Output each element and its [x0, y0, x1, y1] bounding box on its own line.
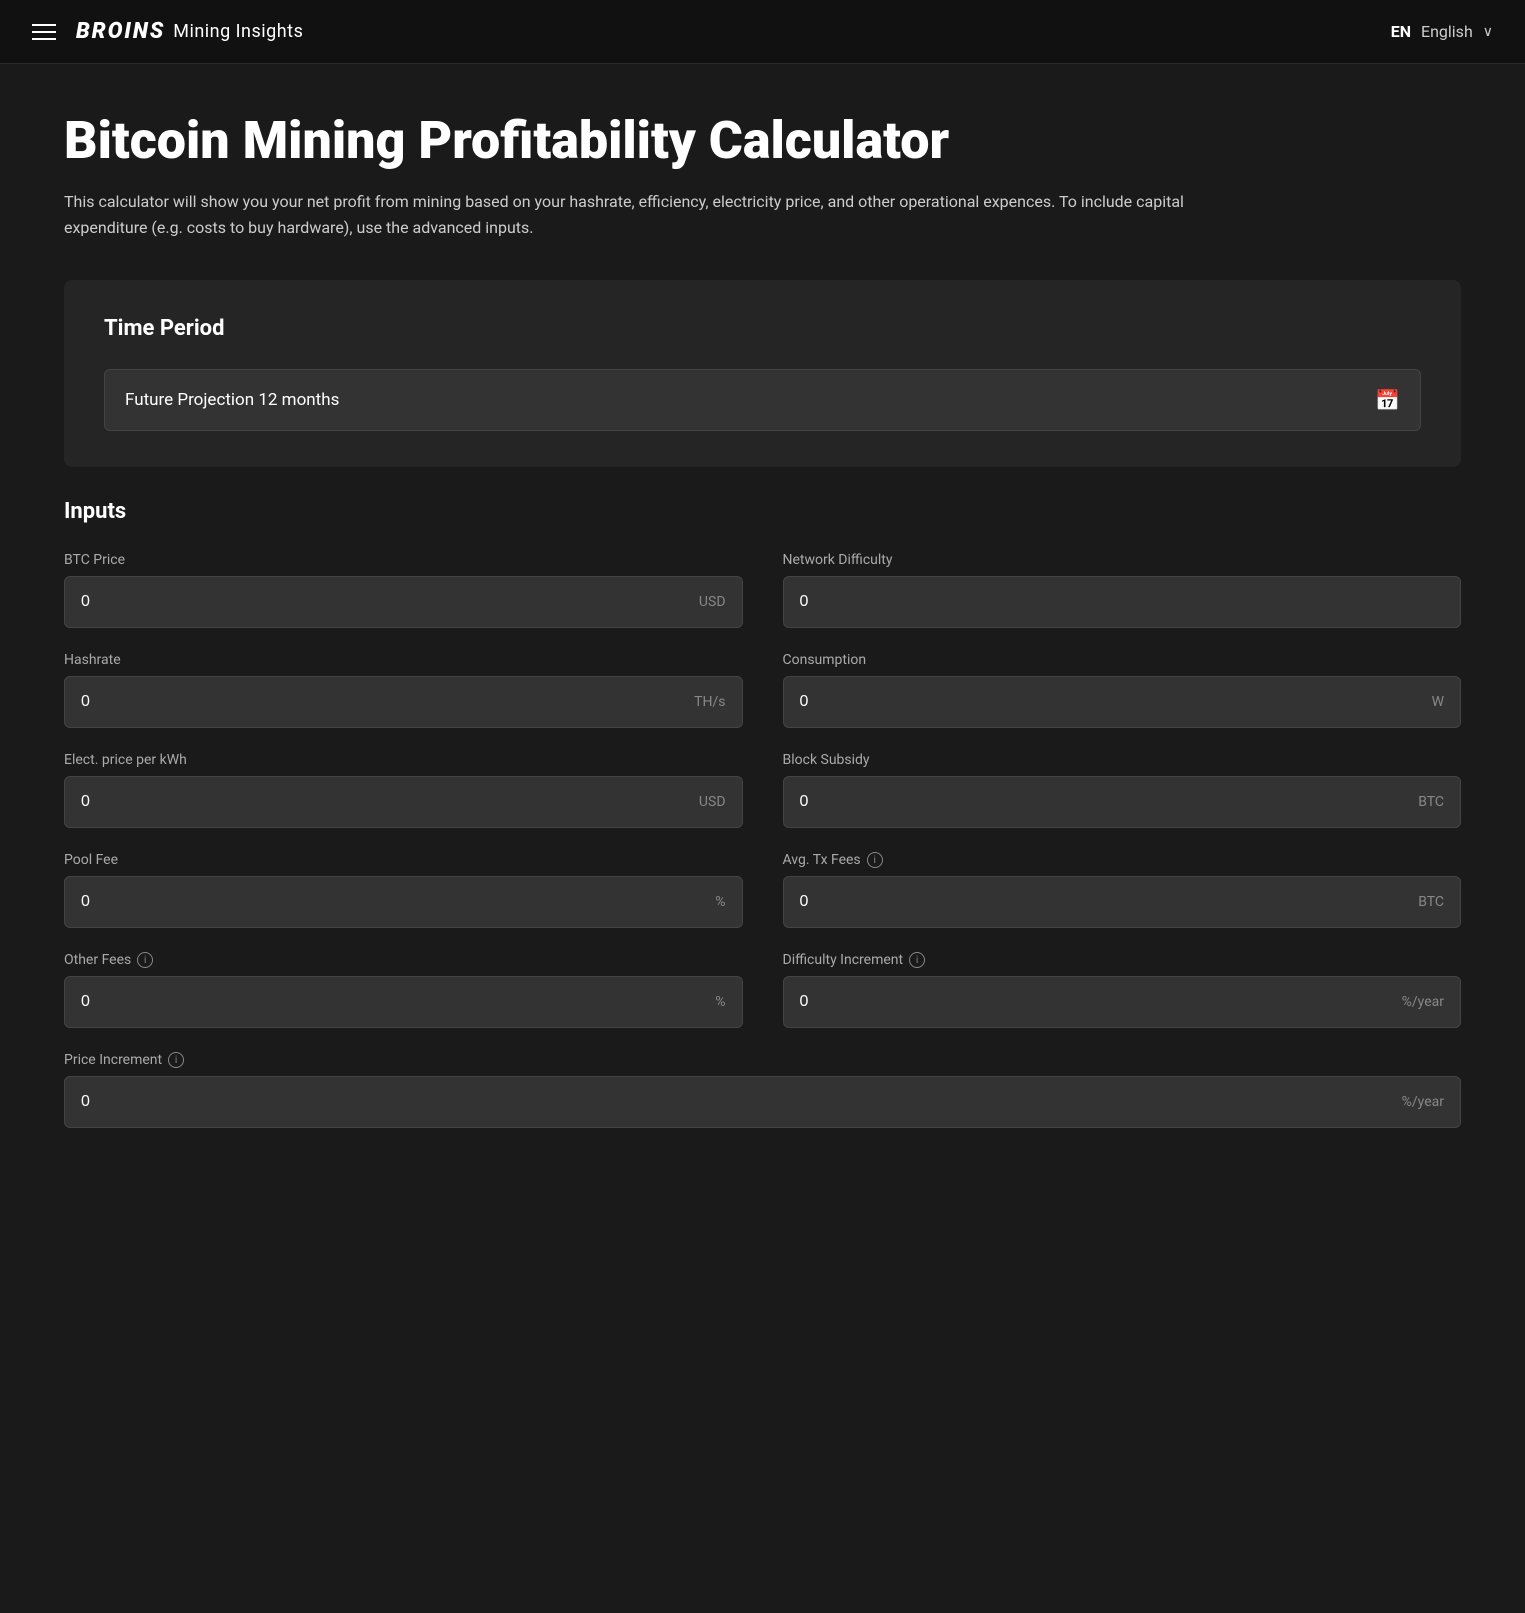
input-wrapper-difficulty-increment: %/year	[783, 976, 1462, 1028]
input-label-hashrate: Hashrate	[64, 652, 743, 668]
input-group-consumption: Consumption W	[783, 652, 1462, 728]
input-group-block-subsidy: Block Subsidy BTC	[783, 752, 1462, 828]
input-unit-block-subsidy: BTC	[1418, 794, 1444, 810]
input-label-price-increment: Price Incrementi	[64, 1052, 1461, 1068]
input-field-elect-price[interactable]	[81, 793, 691, 811]
navbar: BRΟINS Mining Insights EN English ∨	[0, 0, 1525, 64]
time-period-value: Future Projection 12 months	[125, 390, 339, 410]
input-label-consumption: Consumption	[783, 652, 1462, 668]
input-label-btc-price: BTC Price	[64, 552, 743, 568]
input-group-pool-fee: Pool Fee%	[64, 852, 743, 928]
page-description: This calculator will show you your net p…	[64, 189, 1264, 240]
input-group-hashrate: Hashrate TH/s	[64, 652, 743, 728]
input-label-avg-tx-fees: Avg. Tx Feesi	[783, 852, 1462, 868]
input-field-avg-tx-fees[interactable]	[800, 893, 1411, 911]
input-unit-other-fees: %	[715, 994, 725, 1010]
input-field-price-increment[interactable]	[81, 1093, 1394, 1111]
info-icon-other-fees[interactable]: i	[137, 952, 153, 968]
input-field-consumption[interactable]	[800, 693, 1424, 711]
inputs-section-title: Inputs	[64, 499, 1461, 524]
input-group-elect-price: Elect. price per kWh USD	[64, 752, 743, 828]
input-unit-price-increment: %/year	[1402, 1094, 1444, 1110]
info-icon-price-increment[interactable]: i	[168, 1052, 184, 1068]
input-field-block-subsidy[interactable]	[800, 793, 1411, 811]
input-field-difficulty-increment[interactable]	[800, 993, 1394, 1011]
input-group-price-increment: Price Incrementi %/year	[64, 1052, 1461, 1128]
input-field-hashrate[interactable]	[81, 693, 686, 711]
input-group-network-difficulty: Network Difficulty	[783, 552, 1462, 628]
language-label: English	[1421, 22, 1473, 41]
input-unit-consumption: W	[1432, 694, 1444, 710]
brand-logo: BRΟINS Mining Insights	[76, 19, 303, 44]
navbar-left: BRΟINS Mining Insights	[32, 19, 303, 44]
input-wrapper-pool-fee: %	[64, 876, 743, 928]
input-label-pool-fee: Pool Fee	[64, 852, 743, 868]
input-wrapper-network-difficulty	[783, 576, 1462, 628]
input-unit-pool-fee: %	[715, 894, 725, 910]
main-content: Bitcoin Mining Profitability Calculator …	[0, 64, 1525, 1216]
input-label-difficulty-increment: Difficulty Incrementi	[783, 952, 1462, 968]
input-wrapper-price-increment: %/year	[64, 1076, 1461, 1128]
input-unit-btc-price: USD	[699, 594, 726, 610]
brand-subtitle: Mining Insights	[173, 21, 303, 42]
input-wrapper-other-fees: %	[64, 976, 743, 1028]
input-field-btc-price[interactable]	[81, 593, 691, 611]
input-label-elect-price: Elect. price per kWh	[64, 752, 743, 768]
calendar-icon: 📅	[1375, 388, 1400, 412]
brand-name: BRΟINS	[76, 19, 165, 44]
language-code: EN	[1391, 22, 1411, 41]
input-label-other-fees: Other Feesi	[64, 952, 743, 968]
input-field-pool-fee[interactable]	[81, 893, 707, 911]
time-period-section-title: Time Period	[104, 316, 1421, 341]
input-wrapper-consumption: W	[783, 676, 1462, 728]
info-icon-difficulty-increment[interactable]: i	[909, 952, 925, 968]
hamburger-menu-icon[interactable]	[32, 24, 56, 40]
input-unit-hashrate: TH/s	[694, 694, 725, 710]
inputs-section: Inputs BTC Price USD Network Difficulty Has…	[64, 499, 1461, 1152]
input-wrapper-btc-price: USD	[64, 576, 743, 628]
time-period-card: Time Period Future Projection 12 months …	[64, 280, 1461, 467]
input-wrapper-elect-price: USD	[64, 776, 743, 828]
page-title: Bitcoin Mining Profitability Calculator	[64, 112, 1461, 169]
language-selector[interactable]: EN English ∨	[1391, 22, 1493, 41]
input-group-btc-price: BTC Price USD	[64, 552, 743, 628]
input-unit-elect-price: USD	[699, 794, 726, 810]
input-group-difficulty-increment: Difficulty Incrementi %/year	[783, 952, 1462, 1028]
input-wrapper-avg-tx-fees: BTC	[783, 876, 1462, 928]
input-group-other-fees: Other Feesi%	[64, 952, 743, 1028]
input-field-other-fees[interactable]	[81, 993, 707, 1011]
inputs-grid: BTC Price USD Network Difficulty Hashrate TH…	[64, 552, 1461, 1152]
input-label-block-subsidy: Block Subsidy	[783, 752, 1462, 768]
input-wrapper-hashrate: TH/s	[64, 676, 743, 728]
input-group-avg-tx-fees: Avg. Tx Feesi BTC	[783, 852, 1462, 928]
input-unit-avg-tx-fees: BTC	[1418, 894, 1444, 910]
time-period-selector[interactable]: Future Projection 12 months 📅	[104, 369, 1421, 431]
input-wrapper-block-subsidy: BTC	[783, 776, 1462, 828]
input-field-network-difficulty[interactable]	[800, 593, 1445, 611]
info-icon-avg-tx-fees[interactable]: i	[867, 852, 883, 868]
input-unit-difficulty-increment: %/year	[1402, 994, 1444, 1010]
input-label-network-difficulty: Network Difficulty	[783, 552, 1462, 568]
chevron-down-icon: ∨	[1483, 24, 1493, 40]
